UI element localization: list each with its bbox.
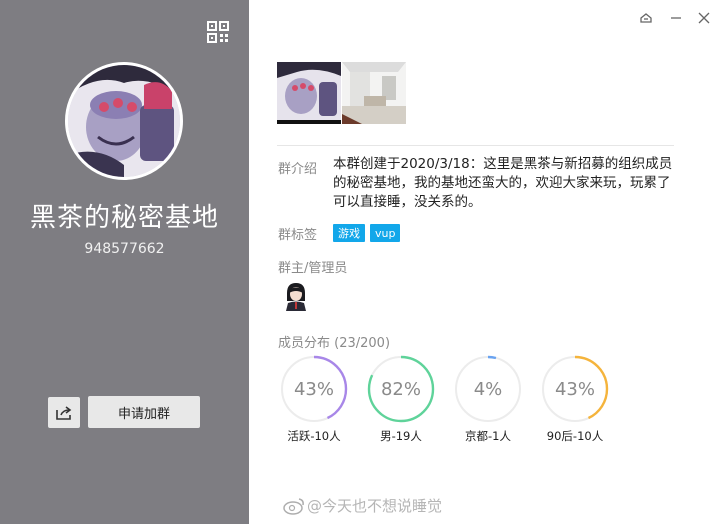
share-icon [56,405,72,420]
watermark: @今天也不想说睡觉 [283,495,442,516]
divider [277,145,674,146]
intro-text: 本群创建于2020/3/18：这里是黑茶与新招募的组织成员的秘密基地，我的基地还… [333,156,673,210]
tags-label: 群标签 [278,228,318,243]
weibo-logo-icon [283,498,304,515]
watermark-text: @今天也不想说睡觉 [307,497,443,515]
stat-percent: 43% [293,378,334,400]
admins-label: 群主/管理员 [278,261,348,276]
group-photo-2[interactable] [342,62,406,124]
pin-icon[interactable] [637,10,655,26]
tag-vup[interactable]: vup [370,224,401,242]
tag-list: 游戏 vup [333,224,401,242]
admin-avatar[interactable] [283,281,309,311]
share-button[interactable] [48,397,80,428]
stat-label: 京都-1人 [465,429,511,443]
qr-code-icon[interactable] [206,20,230,44]
group-details-panel: 群介绍 本群创建于2020/3/18：这里是黑茶与新招募的组织成员的秘密基地，我… [249,0,724,524]
join-group-button[interactable]: 申请加群 [88,396,200,428]
member-distribution: 43% 活跃-10人 82% 男-19人 4% 京都-1人 43% 90后-10… [275,354,615,446]
minimize-icon[interactable] [667,10,685,26]
stat-label: 男-19人 [380,429,422,443]
stat-percent: 82% [380,378,421,400]
group-name: 黑茶的秘密基地 [29,203,219,233]
group-id: 948577662 [84,241,165,257]
stat-percent: 43% [554,378,595,400]
close-icon[interactable] [695,10,713,26]
stat-label: 90后-10人 [546,429,604,443]
intro-label: 群介绍 [278,162,318,177]
group-photo-strip [277,62,406,124]
group-photo-1[interactable] [277,62,341,124]
tag-game[interactable]: 游戏 [333,224,365,242]
stat-percent: 4% [473,378,503,400]
group-profile-window: 黑茶的秘密基地 948577662 申请加群 群介绍 本群创建于2020/3/1… [0,0,724,524]
distribution-label: 成员分布 (23/200) [278,336,391,351]
stat-label: 活跃-10人 [287,429,341,443]
group-avatar[interactable] [65,62,183,180]
group-profile-sidebar: 黑茶的秘密基地 948577662 申请加群 [0,0,249,524]
